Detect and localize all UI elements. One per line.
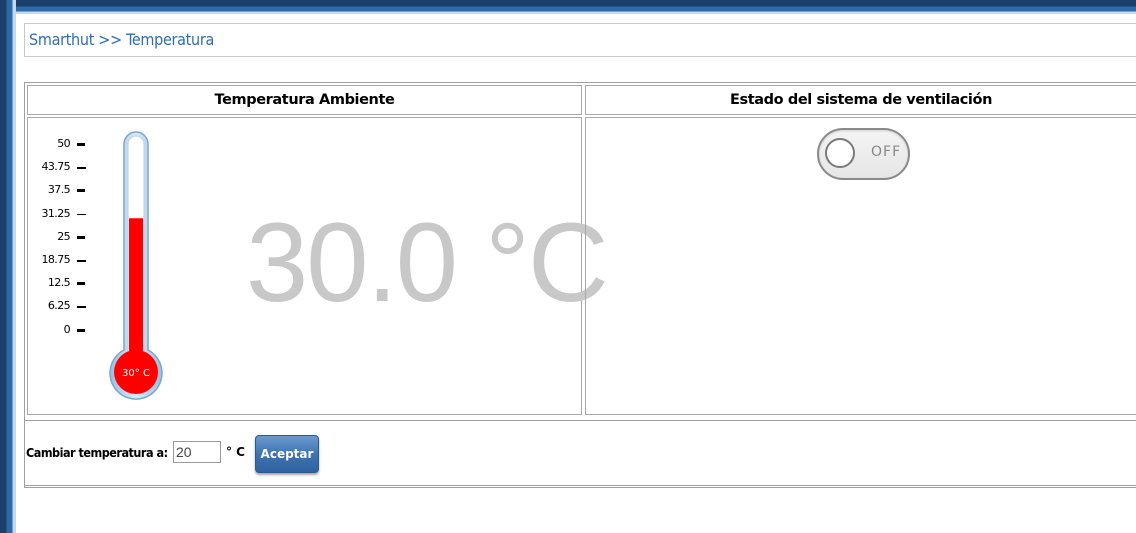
change-temperature-label: Cambiar temperatura a: xyxy=(26,445,168,460)
mercury-column xyxy=(129,218,143,362)
ventilation-panel: OFF xyxy=(585,117,1136,415)
scale-tick-mark xyxy=(77,167,86,169)
temperature-panel: 50 43.75 37.5 31.25 25 18.75 12.5 6.25 0 30° C 3… xyxy=(27,117,609,415)
scale-tick-label: 37.5 xyxy=(47,183,71,197)
scale-tick-label: 12.5 xyxy=(47,276,71,290)
scale-tick-mark xyxy=(77,306,86,308)
scale-tick-label: 6.25 xyxy=(47,299,71,313)
breadcrumb[interactable]: Smarthut >> Temperatura xyxy=(29,30,214,49)
scale-tick-mark xyxy=(77,143,85,146)
scale-tick-mark xyxy=(77,260,86,262)
temperature-header-label: Temperatura Ambiente xyxy=(214,92,395,108)
change-temperature-form: Cambiar temperatura a: ° C Aceptar xyxy=(24,420,1136,486)
scale-tick-label: 31.25 xyxy=(41,206,71,220)
scale-tick-label: 0 xyxy=(63,322,71,336)
unit-label: ° C xyxy=(226,445,245,459)
scale-tick-mark xyxy=(77,328,85,332)
window-frame-top xyxy=(0,0,1136,14)
temperature-display: 30.0 °C xyxy=(246,200,609,325)
scale-tick-label: 25 xyxy=(57,229,70,243)
toggle-state-label: OFF xyxy=(871,144,902,160)
scale-tick-mark xyxy=(77,189,85,193)
breadcrumb-bar: Smarthut >> Temperatura xyxy=(24,23,1136,57)
scale-tick-mark xyxy=(77,235,85,239)
window-frame-left xyxy=(0,0,16,533)
temperature-header: Temperatura Ambiente xyxy=(27,85,582,115)
ventilation-toggle[interactable]: OFF xyxy=(817,128,910,180)
thermometer-icon: 30° C xyxy=(109,131,163,400)
toggle-knob xyxy=(825,138,855,168)
scale-tick-mark xyxy=(77,213,86,216)
ventilation-header: Estado del sistema de ventilación xyxy=(585,85,1136,115)
scale-tick-mark xyxy=(77,282,85,286)
scale-tick-label: 50 xyxy=(57,137,70,150)
ventilation-header-label: Estado del sistema de ventilación xyxy=(730,92,992,108)
accept-button[interactable]: Aceptar xyxy=(255,435,319,473)
temperature-input[interactable] xyxy=(173,441,221,463)
scale-tick-label: 43.75 xyxy=(41,160,71,174)
bulb-label: 30° C xyxy=(122,368,150,379)
scale-tick-label: 18.75 xyxy=(41,253,71,266)
